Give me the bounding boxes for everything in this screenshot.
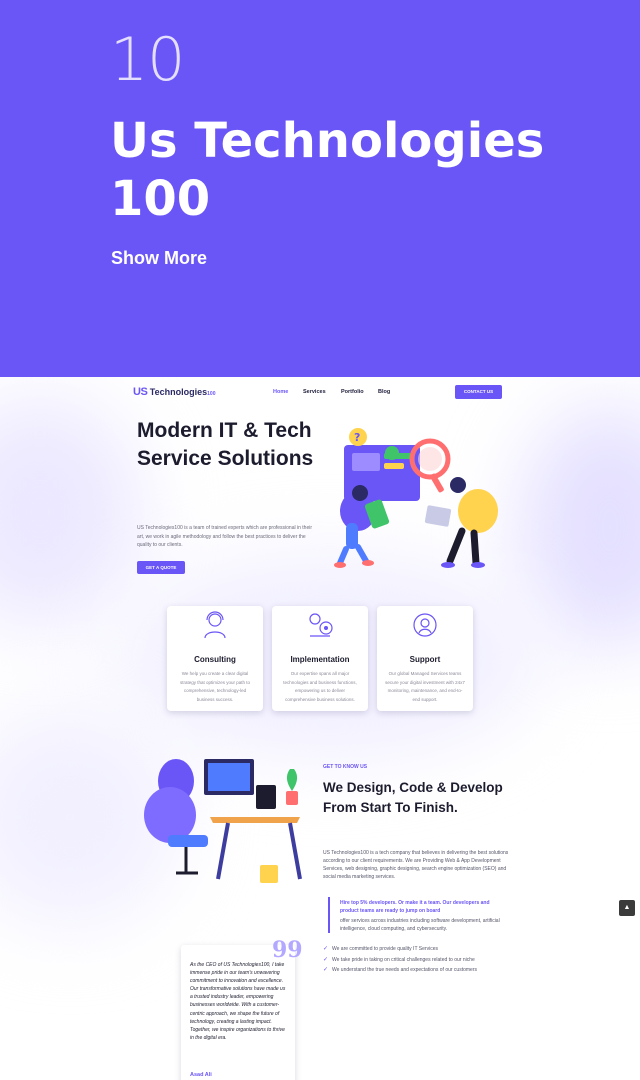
service-title: Support: [409, 655, 441, 664]
service-text: Our global Managed Services teams secure…: [385, 671, 465, 702]
nav-blog[interactable]: Blog: [378, 389, 390, 395]
checklist-text: We understand the true needs and expecta…: [332, 967, 477, 973]
support-agent-icon: [413, 613, 437, 637]
scroll-to-top-button[interactable]: ▲: [619, 900, 635, 916]
band-number: 10: [110, 25, 185, 95]
hero-heading: Modern IT & Tech Service Solutions: [137, 419, 314, 470]
logo-name: Technologies: [149, 387, 208, 397]
hero-intro: US Technologies100 is a team of trained …: [137, 525, 313, 549]
callout-tail-text: offer services across industries includi…: [340, 918, 500, 932]
checklist-text: We are committed to provide quality IT S…: [332, 946, 438, 952]
check-icon: ✓: [323, 956, 329, 963]
nav-portfolio[interactable]: Portfolio: [341, 389, 364, 395]
nav-services[interactable]: Services: [303, 389, 326, 395]
consulting-headset-icon: [204, 611, 226, 639]
developer-illustration: [144, 759, 302, 883]
nav-home[interactable]: Home: [273, 389, 288, 395]
logo-mark: US: [133, 386, 148, 398]
service-text: Our expertise spans all major technologi…: [283, 671, 357, 702]
about-checklist: ✓ We are committed to provide quality IT …: [323, 945, 513, 977]
quote-icon: 99: [272, 937, 303, 963]
website-screenshot: US Technologies100 Home Services Portfol…: [0, 377, 640, 1080]
background-glow: [520, 407, 640, 647]
service-title: Consulting: [194, 655, 236, 664]
check-icon: ✓: [323, 946, 329, 952]
checklist-item: ✓ We are committed to provide quality IT …: [323, 945, 513, 953]
background-glow: [0, 397, 140, 627]
service-card-consulting[interactable]: Consulting We help you create a clear di…: [167, 606, 263, 711]
service-card-implementation[interactable]: Implementation Our expertise spans all m…: [272, 606, 368, 711]
show-more-link[interactable]: Show More: [111, 248, 207, 269]
logo-suffix: 100: [207, 391, 216, 397]
svg-text:?: ?: [354, 431, 360, 444]
service-text: We help you create a clear digital strat…: [179, 671, 251, 702]
band-title: Us Technologies 100: [110, 113, 545, 227]
testimonial-author: Asad Ali: [190, 1072, 212, 1078]
service-card-support[interactable]: Support Our global Managed Services team…: [377, 606, 473, 711]
get-a-quote-button[interactable]: GET A QUOTE: [137, 561, 185, 574]
site-nav: US Technologies100 Home Services Portfol…: [0, 377, 640, 407]
checklist-text: We take pride in taking on critical chal…: [332, 956, 475, 963]
hero-illustration: ?: [334, 428, 498, 568]
checklist-item: ✓ We take pride in taking on critical cha…: [323, 956, 513, 964]
implementation-gears-icon: [309, 613, 333, 637]
testimonial-text: As the CEO of US Technologies100, I take…: [190, 962, 286, 1041]
check-icon: ✓: [323, 967, 329, 973]
callout-text: Hire top 5% developers. Or make it a tea…: [340, 900, 490, 914]
ceo-testimonial-card: 99 As the CEO of US Technologies100, I t…: [181, 939, 303, 1080]
service-title: Implementation: [290, 655, 350, 664]
checklist-item: ✓ We understand the true needs and expect…: [323, 966, 513, 974]
title-band: 10 Us Technologies 100 Show More: [0, 0, 640, 377]
about-eyebrow: GET TO KNOW US: [323, 764, 368, 770]
hire-callout: Hire top 5% developers. Or make it a tea…: [328, 897, 508, 933]
site-logo[interactable]: US Technologies100: [133, 386, 215, 398]
about-paragraph: US Technologies100 is a tech company tha…: [323, 850, 509, 880]
contact-us-button[interactable]: CONTACT US: [455, 385, 502, 399]
about-heading: We Design, Code & Develop From Start To …: [323, 780, 503, 815]
